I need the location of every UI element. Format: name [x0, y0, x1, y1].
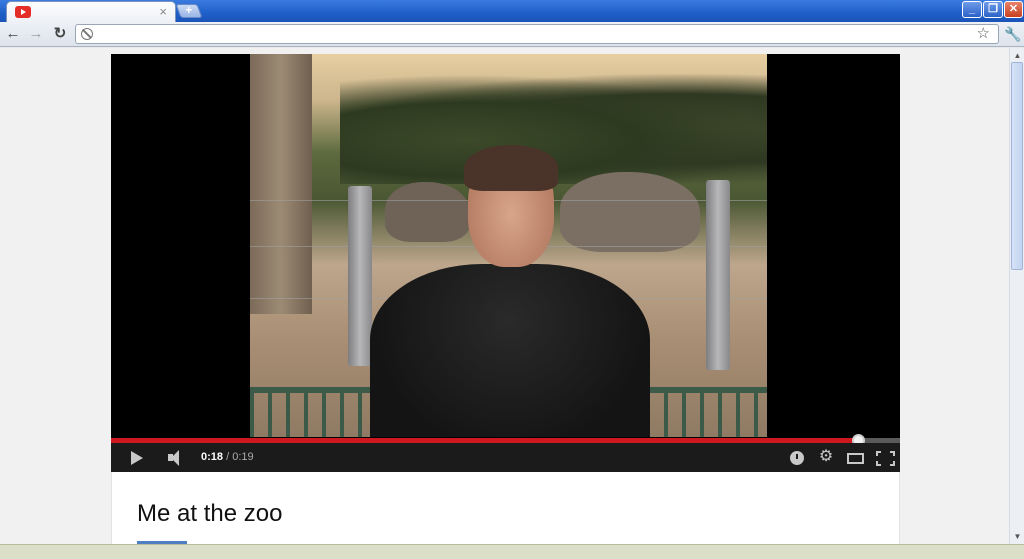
presenter-jacket — [370, 264, 650, 437]
back-button[interactable]: ← — [4, 25, 22, 43]
presenter — [370, 145, 650, 437]
video-frame[interactable] — [250, 54, 767, 437]
theater-mode-icon[interactable] — [847, 453, 864, 464]
player-controls: 0:18 / 0:19 ⚙ — [111, 443, 900, 472]
page-info-icon[interactable] — [81, 28, 93, 40]
forward-button[interactable]: → — [27, 25, 45, 43]
vertical-scrollbar[interactable]: ▲ ▼ — [1009, 48, 1024, 544]
scroll-down-arrow[interactable]: ▼ — [1012, 531, 1023, 542]
watch-later-icon[interactable] — [790, 451, 804, 465]
presenter-hair — [464, 145, 558, 191]
browser-tab[interactable]: × — [6, 1, 176, 22]
title-bar: × + _ ❐ ✕ — [0, 0, 1024, 22]
time-display: 0:18 / 0:19 — [201, 451, 254, 463]
tab-close-icon[interactable]: × — [159, 4, 167, 20]
current-time: 0:18 — [201, 451, 224, 463]
rock-wall — [250, 54, 312, 314]
reload-button[interactable]: ↻ — [51, 25, 69, 43]
duration: 0:19 — [232, 451, 254, 463]
close-window-button[interactable]: ✕ — [1004, 1, 1023, 18]
new-tab-button[interactable]: + — [175, 3, 203, 18]
page-content: 0:18 / 0:19 ⚙ Me at the zoo — [0, 48, 1009, 544]
address-bar[interactable]: ☆ — [75, 24, 999, 44]
volume-icon[interactable] — [168, 450, 186, 466]
gear-icon[interactable]: ⚙ — [817, 449, 835, 465]
wrench-menu-icon[interactable]: 🔧 — [1004, 25, 1021, 43]
play-icon[interactable] — [131, 451, 143, 465]
fence-post-right — [706, 180, 730, 370]
bookmark-star-icon[interactable]: ☆ — [977, 25, 990, 43]
fence-post-left — [348, 186, 372, 366]
maximize-button[interactable]: ❐ — [983, 1, 1003, 18]
browser-toolbar: ← → ↻ ☆ 🔧 — [0, 22, 1024, 47]
scroll-up-arrow[interactable]: ▲ — [1012, 50, 1023, 61]
status-strip — [0, 544, 1024, 559]
video-info-card: Me at the zoo — [111, 472, 900, 544]
time-separator: / — [223, 451, 233, 463]
fullscreen-icon[interactable] — [876, 451, 895, 466]
scroll-thumb[interactable] — [1011, 62, 1023, 270]
url-input[interactable] — [98, 26, 968, 42]
plus-icon: + — [185, 3, 193, 17]
video-player[interactable]: 0:18 / 0:19 ⚙ — [111, 54, 900, 472]
youtube-favicon-icon — [15, 6, 31, 18]
video-title: Me at the zoo — [137, 500, 283, 527]
minimize-button[interactable]: _ — [962, 1, 982, 18]
